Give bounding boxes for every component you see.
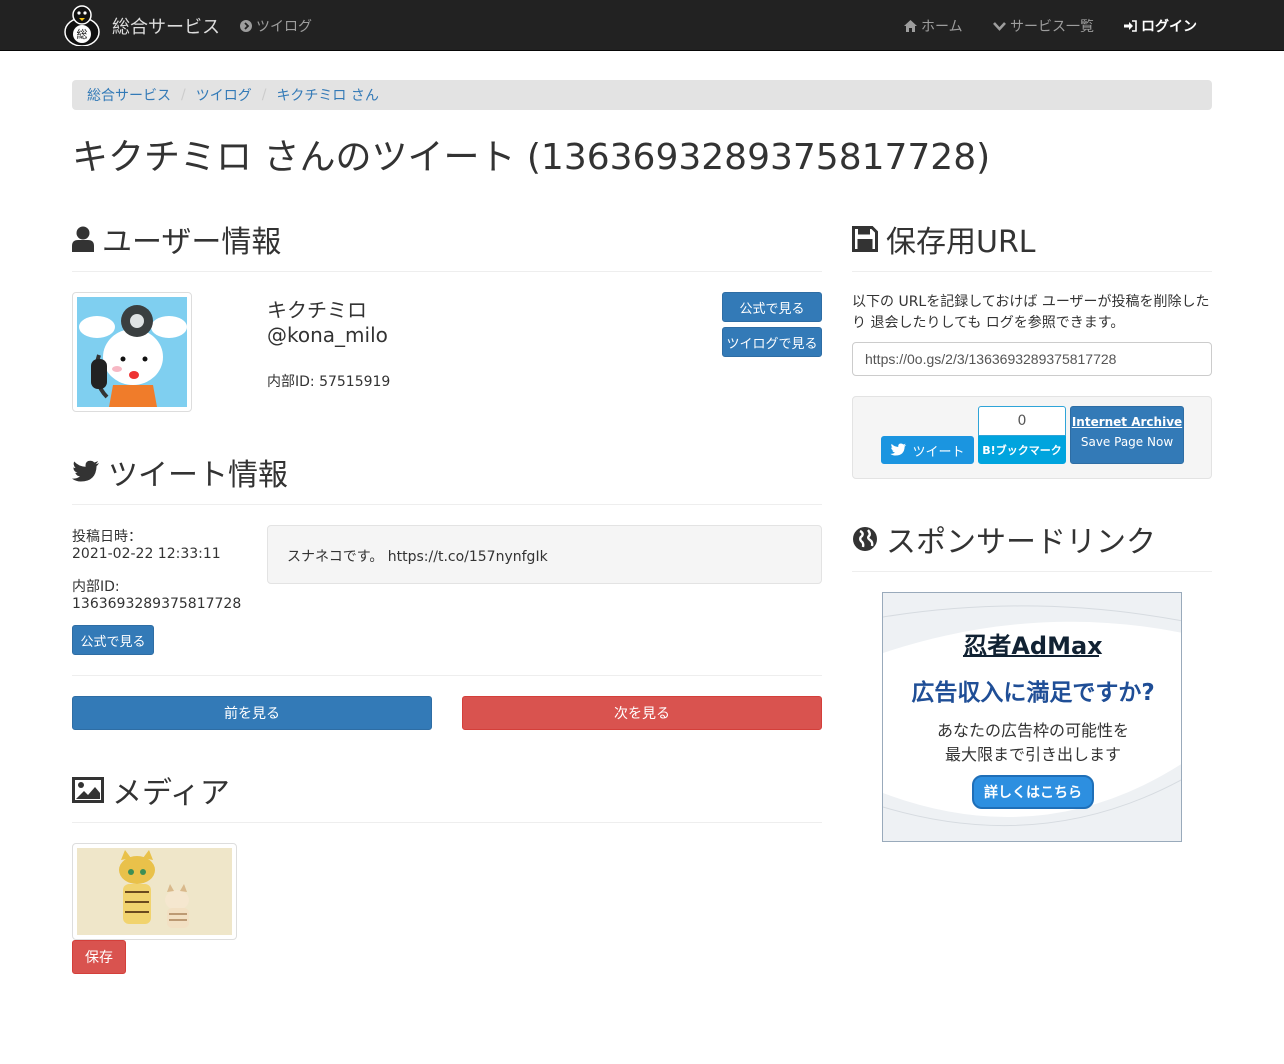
media-heading-text: メディア (112, 776, 230, 811)
nav-tweet-log-label: ツイログ (256, 19, 312, 35)
nav-login[interactable]: ログイン (1124, 16, 1197, 36)
tweet-text: スナネコです。 https://t.co/157nynfgIk (267, 525, 822, 584)
avatar (72, 292, 192, 412)
save-url-description: 以下の URLを記録しておけば ユーザーが投稿を削除したり 退会したりしても ロ… (852, 294, 1210, 331)
nav-login-label: ログイン (1141, 19, 1197, 35)
page-title: キクチミロ さんのツイート (1363693289375817728) (72, 137, 991, 178)
tweet-posted-value: 2021-02-22 12:33:11 (72, 546, 221, 562)
user-screen-name: @kona_milo (267, 323, 388, 347)
picture-icon (72, 777, 104, 803)
breadcrumb-separator: / (181, 87, 186, 103)
tweet-id-label: 内部ID: (72, 579, 120, 595)
divider (72, 504, 822, 505)
sponsor-heading-text: スポンサードリンク (886, 525, 1156, 560)
divider (852, 571, 1212, 572)
media-heading: メディア (72, 768, 230, 812)
tweet-view-official-button[interactable]: 公式で見る (72, 625, 154, 655)
internet-archive-title: Internet Archive (1071, 415, 1183, 429)
brand-title[interactable]: 総合サービス (112, 13, 220, 39)
nav-services-label: サービス一覧 (1010, 19, 1094, 35)
media-image (77, 848, 232, 935)
avatar-image (77, 297, 187, 407)
ad-headline: 広告収入に満足ですか? (911, 680, 1155, 706)
tweet-share-label: ツイート (912, 444, 965, 460)
nav-home-label: ホーム (921, 19, 963, 35)
chevron-down-icon (993, 22, 1006, 31)
tweet-info-heading-text: ツイート情報 (108, 458, 288, 493)
nav-services[interactable]: サービス一覧 (993, 16, 1094, 36)
brand-logo[interactable]: 総 (61, 2, 103, 47)
breadcrumb-item-home[interactable]: 総合サービス (87, 85, 171, 105)
breadcrumb: 総合サービス / ツイログ / キクチミロ さん (72, 80, 1212, 110)
user-view-tweetlog-button[interactable]: ツイログで見る (722, 327, 822, 357)
tweet-share-button[interactable]: ツイート (881, 436, 974, 464)
navbar: 総 総合サービス ツイログ ホーム サービス一覧 ログイン (0, 0, 1284, 51)
nav-home[interactable]: ホーム (904, 16, 963, 36)
save-url-heading-text: 保存用URL (886, 225, 1036, 260)
save-url-heading: 保存用URL (852, 217, 1036, 261)
sign-in-icon (1124, 20, 1137, 32)
user-display-name: キクチミロ (267, 298, 367, 322)
user-internal-id: 内部ID: 57515919 (267, 374, 391, 390)
ad-line-2: 最大限まで引き出します (944, 745, 1121, 764)
globe-icon (853, 527, 877, 551)
user-info-heading-text: ユーザー情報 (102, 225, 282, 260)
tweet-info-heading: ツイート情報 (72, 450, 288, 494)
ad-line-1: あなたの広告枠の可能性を (936, 721, 1129, 740)
user-view-official-button[interactable]: 公式で見る (722, 292, 822, 322)
breadcrumb-item-user[interactable]: キクチミロ さん (276, 85, 378, 105)
internet-archive-subtitle: Save Page Now (1080, 435, 1174, 449)
tweet-id-value: 1363693289375817728 (72, 596, 242, 612)
ad-brand: 忍者AdMax (963, 632, 1103, 660)
bookmark-count: 0 (978, 406, 1066, 436)
divider (72, 271, 822, 272)
twitter-icon (890, 443, 907, 456)
next-button[interactable]: 次を見る (462, 696, 822, 730)
twitter-icon (72, 460, 99, 482)
sponsor-heading: スポンサードリンク (852, 517, 1156, 561)
sponsor-ad[interactable]: 忍者AdMax 広告収入に満足ですか? あなたの広告枠の可能性を 最大限まで引き… (882, 592, 1182, 842)
media-thumbnail[interactable] (72, 843, 237, 940)
user-info-heading: ユーザー情報 (72, 217, 281, 261)
hatena-bookmark-button[interactable]: B!ブックマーク (978, 436, 1066, 464)
tweet-posted-label: 投稿日時： (72, 529, 142, 545)
chevron-circle-right-icon (240, 20, 252, 32)
svg-text:総: 総 (77, 27, 88, 41)
ad-details-button[interactable]: 詳しくはこちら (972, 775, 1094, 809)
divider (72, 675, 822, 676)
user-icon (72, 226, 94, 252)
home-icon (904, 20, 917, 32)
prev-button[interactable]: 前を見る (72, 696, 432, 730)
media-save-button[interactable]: 保存 (72, 940, 126, 974)
breadcrumb-separator: / (261, 87, 267, 103)
nav-tweet-log[interactable]: ツイログ (240, 16, 312, 36)
divider (72, 822, 822, 823)
breadcrumb-item-tweetlog[interactable]: ツイログ (196, 85, 252, 105)
save-url-input[interactable] (852, 342, 1212, 376)
divider (852, 271, 1212, 272)
floppy-disk-icon (852, 226, 878, 252)
internet-archive-button[interactable]: Internet Archive Save Page Now (1070, 406, 1184, 464)
